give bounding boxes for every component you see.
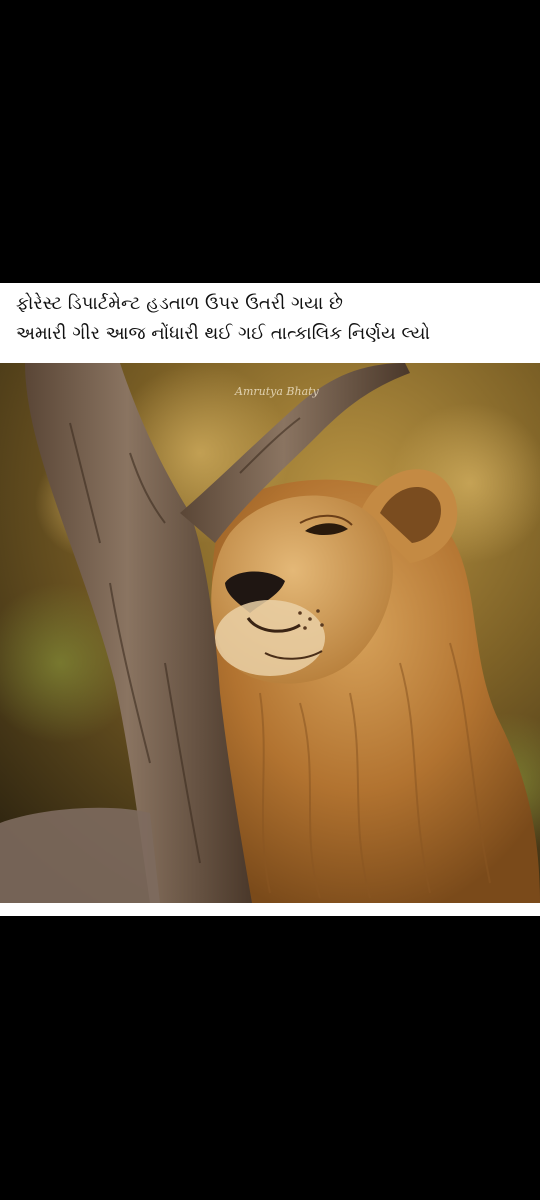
caption-line-2: અમારી ગીર આજ નોંધારી થઈ ગઈ તાત્કાલિક નિર… xyxy=(16,323,431,344)
lion-photo-illustration: Amrutya Bhaty xyxy=(0,363,540,903)
screen: ફોરેસ્ટ ડિપાર્ટમેન્ટ હડતાળ ઉપર ઉતરી ગયા … xyxy=(0,0,540,1200)
post-caption: ફોરેસ્ટ ડિપાર્ટમેન્ટ હડતાળ ઉપર ઉતરી ગયા … xyxy=(0,283,540,363)
post-card[interactable]: ફોરેસ્ટ ડિપાર્ટમેન્ટ હડતાળ ઉપર ઉતરી ગયા … xyxy=(0,283,540,916)
post-photo[interactable]: Amrutya Bhaty xyxy=(0,363,540,903)
photo-watermark: Amrutya Bhaty xyxy=(234,385,320,398)
caption-line-1: ફોરેસ્ટ ડિપાર્ટમેન્ટ હડતાળ ઉપર ઉતરી ગયા … xyxy=(16,293,343,314)
post-bottom-margin xyxy=(0,903,540,916)
